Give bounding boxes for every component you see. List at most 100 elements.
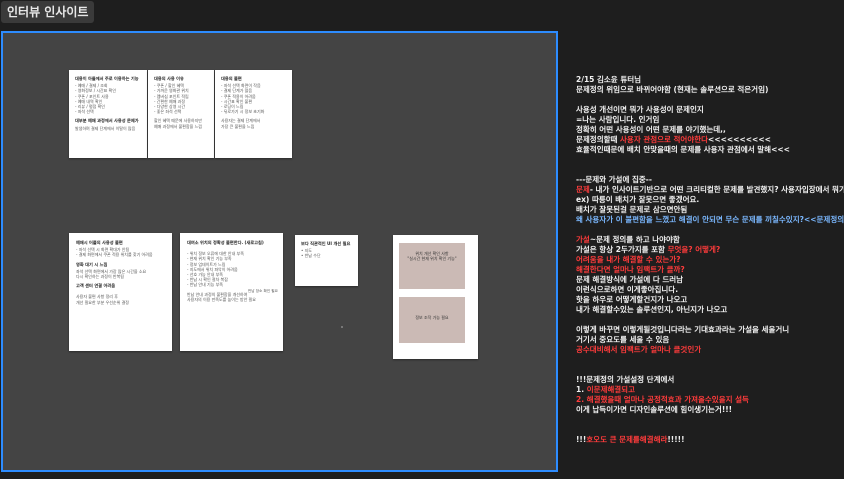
note-text: 문제 [576, 185, 590, 194]
note-text: 핫을 하우로 어떻게할건지가 나오고 [576, 295, 688, 304]
note-text: 해결한다면 얼마나 임팩트가 클까? [576, 265, 685, 274]
note-line: 문제- 내가 인사이트기반으로 어떤 크리티컬한 문제를 발견했지? 사용자입장… [576, 185, 844, 195]
note-line: 문제정의 위임으로 바뀌어야함 (현재는 솔루션으로 적은거임) [576, 85, 844, 95]
card-title: 대용이 아들에서 주로 이용하는 기능 [75, 76, 139, 81]
note-line: 어려움을 내가 해결할 수 있는가? [576, 255, 844, 265]
whiteboard-canvas[interactable]: 대용이 아들에서 주로 이용하는 기능 - 예매 / 결제 / 조회 - 영화정… [1, 31, 558, 472]
note-line: 가설~문제 정의를 하고 나야야함 [576, 235, 844, 245]
note-text: 가설 [576, 235, 590, 244]
card-title: 대용의 사용 이유 [154, 76, 184, 81]
card-title: 대여소 위치의 정확성 불편한다. (새로고침) [187, 240, 264, 245]
note-line: 효율적인때문에 배치 안맞을때의 문제를 사용자 관점에서 말해<<< [576, 145, 844, 155]
note-line: 1. 이문제해결되고 [576, 385, 844, 395]
solution-box-info[interactable]: 정보 조작 가능 필요 [399, 297, 465, 343]
note-line [576, 425, 844, 435]
card-foot: 발생하며 결제 단계에서 이탈이 많음 [75, 125, 136, 131]
note-text: 공수대비해서 임팩트가 얼마나 클것인가 [576, 345, 702, 354]
card-line: • 반납 수단 [301, 253, 321, 259]
note-line: 거기서 중요도를 세울 수 있음 [576, 335, 844, 345]
note-line [576, 225, 844, 235]
canvas-dot [341, 326, 343, 328]
card-ui-improvement[interactable]: 보다 직관적인 UI 개선 필요 • 지도 • 반납 수단 [295, 235, 358, 286]
note-text: 어려움을 내가 해결할 수 있는가? [576, 255, 681, 264]
note-line: !!!문제정의 가설설정 단계에서 [576, 375, 844, 385]
card-location[interactable]: 대여소 위치의 정확성 불편한다. (새로고침) - 위치 정보 오류에 대한 … [180, 233, 283, 351]
note-text: 정확히 어떤 사용성이 어떤 문제를 야기했는데,, [576, 125, 726, 134]
card-solution-boxes[interactable]: 위치 개선 확인 사항 "실시간 현재 위치 확인 기능" 정보 조작 가능 필… [393, 235, 478, 359]
note-line: 왜 사용자가 이 불편함을 느꼈고 해결이 안되면 무슨 문제를 끼칠수있지?<… [576, 215, 844, 225]
note-line: 정확히 어떤 사용성이 어떤 문제를 야기했는데,, [576, 125, 844, 135]
feedback-notes[interactable]: 2/15 김소윤 튜터님 문제정의 위임으로 바뀌어야함 (현재는 솔루션으로 적… [576, 75, 844, 445]
note-text: ~문제 정의를 하고 나야야함 [589, 235, 680, 244]
note-text: 배치가 잘못된걸 문제로 삼으면안됨 [576, 205, 688, 214]
note-text: 1. [576, 385, 587, 394]
note-line: 2/15 김소윤 튜터님 [576, 75, 844, 85]
card-features[interactable]: 대용이 아들에서 주로 이용하는 기능 - 예매 / 결제 / 조회 - 영화정… [69, 70, 147, 158]
card-foot: 대부분 예매 과정에서 사용성 문제가 [75, 118, 139, 124]
card-foot: 개선 필요한 부분 우선순위 결정 [76, 299, 129, 305]
note-line: 사용성 개선이면 뭐가 사용성이 문제인지 [576, 105, 844, 115]
card-foot: 예매 과정에서 불편함을 느낌 [154, 123, 202, 129]
card-title: 대용의 불편 [221, 76, 242, 81]
note-text: 무엇을? 어떻게? [667, 245, 721, 254]
note-text: 사용성 개선이면 뭐가 사용성이 문제인지 [576, 105, 704, 114]
note-text: 사용자 관점으로 적어야한다 [620, 135, 709, 144]
note-line: 배치가 잘못된걸 문제로 삼으면안됨 [576, 205, 844, 215]
note-line: 문제 해결방식에 가설에 다 드러남 [576, 275, 844, 285]
note-text: 이런식으로하면 이게좋아집니다. [576, 285, 679, 294]
card-title: 보다 직관적인 UI 개선 필요 [301, 241, 351, 246]
note-line: =나는 사람입니다. 인거임 [576, 115, 844, 125]
note-text: 거기서 중요도를 세울 수 있음 [576, 335, 670, 344]
note-text: 왜 사용자가 이 불편함을 느꼈고 해결이 안되면 무슨 문제를 끼칠수있지?<… [576, 215, 844, 224]
note-line [576, 95, 844, 105]
card-foot: 사용자의 이용 만족도를 높이는 방안 필요 [187, 296, 256, 302]
note-text: 이렇게 바꾸면 이렇게될것입니다라는 기대효과라는 가설을 세울거니 [576, 325, 790, 334]
note-line [576, 315, 844, 325]
note-line: ---문제와 가설에 집중-- [576, 175, 844, 185]
solution-box-location[interactable]: 위치 개선 확인 사항 "실시간 현재 위치 확인 기능" [399, 243, 465, 289]
note-line: 이게 납득이가면 디자인솔루션에 힘이생기는거!!! [576, 405, 844, 415]
note-text: 문제정의 위임으로 바뀌어야함 (현재는 솔루션으로 적은거임) [576, 85, 769, 94]
note-text: 효율적인때문에 배치 안맞을때의 문제를 사용자 관점에서 말해<<< [576, 145, 790, 154]
card-mid: 영화 대기 시 느낌 [76, 261, 108, 267]
note-text: 2. 해결했을때 얼마나 공정적효과 가져올수있을지 설득 [576, 395, 749, 404]
note-text: ex) 따릉이 배치가 잘못으면 좋겠어요. [576, 195, 700, 204]
note-line: 공수대비해서 임팩트가 얼마나 클것인가 [576, 345, 844, 355]
note-text: 2/15 김소윤 튜터님 [576, 75, 642, 84]
note-line [576, 365, 844, 375]
note-line: 이렇게 바꾸면 이렇게될것입니다라는 기대효과라는 가설을 세울거니 [576, 325, 844, 335]
note-text: 이문제해결되고 [586, 385, 635, 394]
card-foot: 가장 큰 불편을 느낌 [221, 123, 255, 129]
note-text: - 내가 인사이트기반으로 어떤 크리티컬한 문제를 발견했지? 사용자입장에서… [589, 185, 844, 194]
note-line: 내가 해결할수있는 솔루션인지, 아닌지가 나오고 [576, 305, 844, 315]
note-line [576, 415, 844, 425]
note-text: 문제 해결방식에 가설에 다 드러남 [576, 275, 684, 284]
note-text: =나는 사람입니다. 인거임 [576, 115, 660, 124]
note-text: 이게 납득이가면 디자인솔루션에 힘이생기는거!!! [576, 405, 733, 414]
note-line: 문제정의할때 사용자 관점으로 적어야한다<<<<<<<<<< [576, 135, 844, 145]
note-text: ---문제와 가설에 집중-- [576, 175, 652, 184]
card-line: - 결제 화면에서 쿠폰 적용 위치를 찾기 어려움 [76, 252, 153, 258]
card-pain-points[interactable]: 대용의 불편 - 좌석 선택 화면이 작음 - 결제 단계가 많음 - 쿠폰 적… [215, 70, 292, 158]
card-foot: 할인 혜택 때문에 사용하지만 [154, 118, 202, 124]
note-text: 내가 해결할수있는 솔루션인지, 아닌지가 나오고 [576, 305, 728, 314]
note-line: 핫을 하우로 어떻게할건지가 나오고 [576, 295, 844, 305]
note-line [576, 165, 844, 175]
box-line: 정보 조작 가능 필요 [415, 315, 449, 320]
box-line: "실시간 현재 위치 확인 기능" [407, 256, 457, 261]
card-side-note: 반납 장소 확인 필요 [248, 289, 278, 293]
note-text: 가설은 항상 2두가지를 포함 [576, 245, 668, 254]
note-text: 문제정의할때 [576, 135, 621, 144]
card-mid2: 고객 센터 연결 어려움 [76, 283, 116, 289]
note-line [576, 155, 844, 165]
card-reasons[interactable]: 대용의 사용 이유 - 쿠폰 / 할인 혜택 - 가까운 영화관 위치 - 멤버… [148, 70, 214, 158]
tab-title[interactable]: 인터뷰 인사이트 [1, 1, 95, 23]
note-line: 이런식으로하면 이게좋아집니다. [576, 285, 844, 295]
card-usability[interactable]: 예매시 어플의 사용성 불편 - 좌석 선택 시 화면 확대가 안됨 - 결제 … [69, 233, 172, 351]
note-text: !!!!! [667, 435, 685, 444]
card-title: 예매시 어플의 사용성 불편 [76, 240, 123, 245]
note-text: <<<<<<<<<< [708, 135, 771, 144]
note-line: 가설은 항상 2두가지를 포함 무엇을? 어떻게? [576, 245, 844, 255]
note-text: 호오도 큰 문제를해결해라 [586, 435, 668, 444]
note-line: ex) 따릉이 배치가 잘못으면 좋겠어요. [576, 195, 844, 205]
